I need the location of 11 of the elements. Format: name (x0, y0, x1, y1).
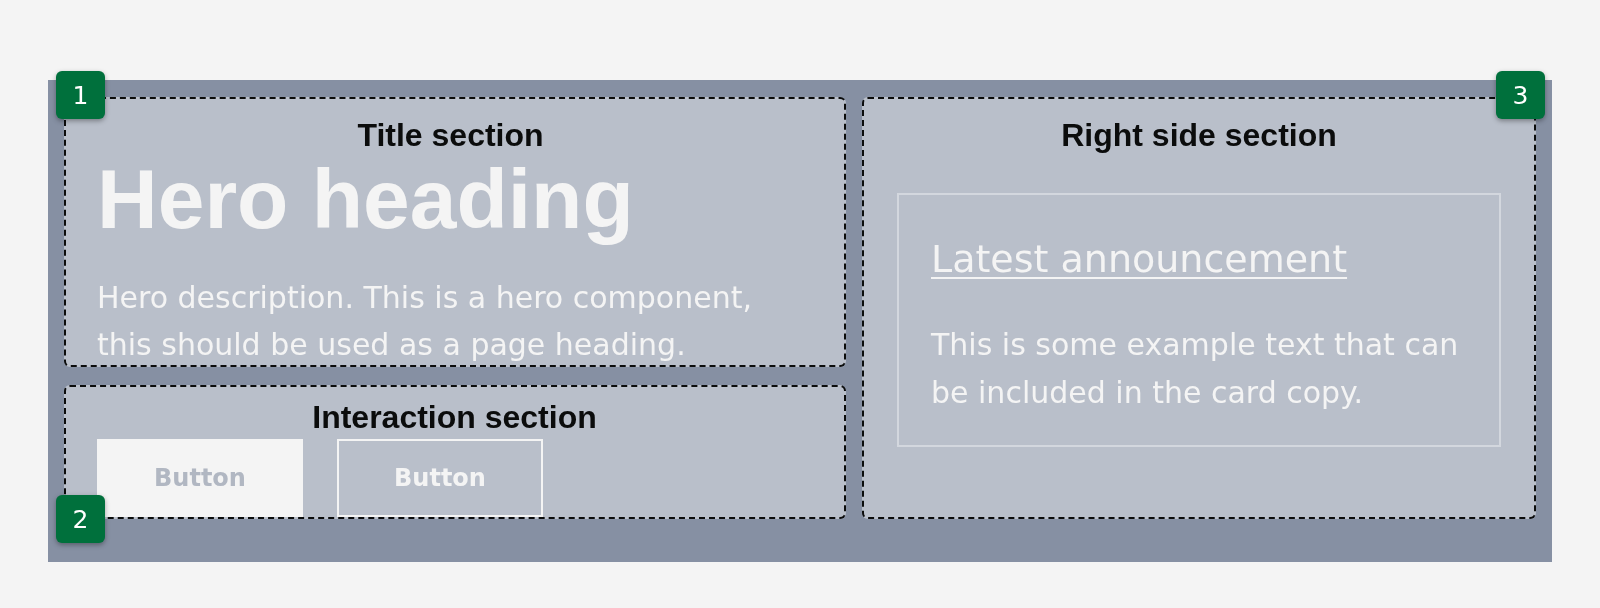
section-label: Interaction section (312, 399, 597, 435)
number-badge: 1 (56, 71, 105, 119)
announcement-link[interactable]: Latest announcement (931, 233, 1348, 285)
number-badge: 3 (1496, 71, 1545, 119)
outline-button[interactable]: Button (337, 439, 543, 517)
number-badge: 2 (56, 495, 105, 543)
section-label: Right side section (1061, 117, 1337, 153)
hero-description: Hero description. This is a hero component, this should be used as a page heading. (97, 279, 753, 364)
filled-button[interactable]: Button (97, 439, 303, 517)
card-text: This is some example text that can be included in the card copy. (931, 326, 1460, 412)
section-label: Title section (357, 117, 544, 153)
